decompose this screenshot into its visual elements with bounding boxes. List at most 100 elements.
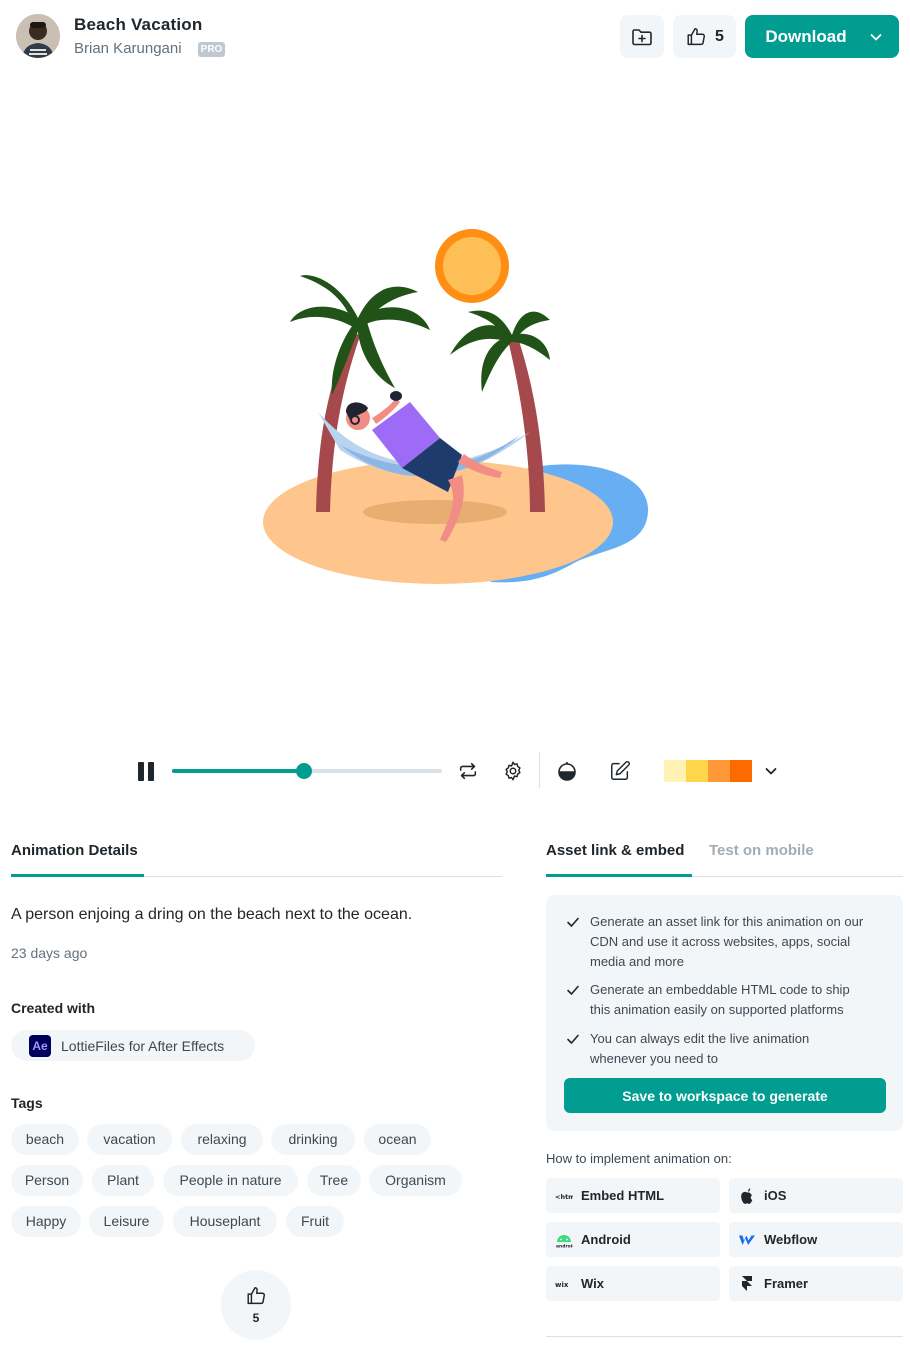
- pause-icon-bar: [148, 761, 154, 781]
- tag-chip[interactable]: relaxing: [181, 1124, 263, 1155]
- header: Beach Vacation Brian Karungani PRO 5 Dow…: [0, 0, 910, 74]
- platform-ios[interactable]: iOS: [729, 1178, 903, 1213]
- check-icon: [567, 917, 579, 927]
- implementation-heading: How to implement animation on:: [546, 1151, 732, 1166]
- like-count: 5: [715, 27, 724, 45]
- svg-text:<html>: <html>: [555, 1193, 573, 1201]
- platform-label: Embed HTML: [581, 1188, 665, 1203]
- check-icon: [567, 1034, 579, 1044]
- download-label: Download: [765, 26, 847, 46]
- created-with-heading: Created with: [11, 1000, 96, 1016]
- platform-embed-html[interactable]: <html> Embed HTML: [546, 1178, 720, 1213]
- loop-button[interactable]: [455, 748, 481, 794]
- android-icon: android: [555, 1231, 573, 1249]
- platform-android[interactable]: android Android: [546, 1222, 720, 1257]
- loop-icon: [459, 762, 477, 780]
- tag-chip[interactable]: beach: [11, 1124, 79, 1155]
- palette-swatch: [708, 760, 730, 782]
- like-count: 5: [252, 1311, 260, 1325]
- palette-swatch: [686, 760, 708, 782]
- bottom-divider: [546, 1336, 903, 1337]
- webflow-icon: [738, 1231, 756, 1249]
- wix-icon: wix: [555, 1275, 573, 1293]
- tag-chip[interactable]: People in nature: [163, 1165, 298, 1196]
- tab-test-on-mobile[interactable]: Test on mobile: [709, 842, 814, 859]
- active-tab-indicator: [546, 874, 692, 877]
- settings-button[interactable]: [500, 748, 526, 794]
- beach-vacation-illustration: [263, 229, 649, 584]
- progress-thumb[interactable]: [296, 763, 313, 779]
- pro-badge: PRO: [198, 42, 225, 57]
- tag-chip[interactable]: vacation: [87, 1124, 172, 1155]
- palette-swatch: [730, 760, 752, 782]
- platform-label: Webflow: [764, 1232, 818, 1247]
- animation-preview: [0, 74, 910, 734]
- author-name[interactable]: Brian Karungani: [74, 40, 182, 57]
- tag-chip[interactable]: Plant: [92, 1165, 154, 1196]
- folder-plus-icon: [632, 28, 652, 45]
- author-avatar[interactable]: [16, 14, 60, 58]
- created-with-chip[interactable]: Ae LottieFiles for After Effects: [11, 1030, 255, 1061]
- platform-label: iOS: [764, 1188, 787, 1203]
- like-circle-button[interactable]: 5: [221, 1270, 291, 1340]
- gear-icon: [505, 761, 521, 781]
- controls-divider: [539, 752, 540, 788]
- html-icon: <html>: [555, 1187, 573, 1205]
- like-button[interactable]: 5: [673, 15, 736, 58]
- tab-asset-link-embed[interactable]: Asset link & embed: [546, 842, 684, 859]
- after-effects-logo: Ae: [29, 1034, 51, 1057]
- svg-text:android: android: [556, 1243, 573, 1248]
- feature-text: You can always edit the live animation w…: [590, 1031, 810, 1066]
- pause-button[interactable]: [134, 748, 158, 794]
- created-with-label: LottieFiles for After Effects: [61, 1037, 225, 1054]
- tab-animation-details[interactable]: Animation Details: [11, 842, 138, 859]
- tag-chip[interactable]: Houseplant: [173, 1206, 277, 1237]
- feature-text: Generate an asset link for this animatio…: [590, 914, 864, 969]
- edit-button[interactable]: [607, 748, 633, 794]
- tag-chip[interactable]: drinking: [271, 1124, 355, 1155]
- platform-label: Wix: [581, 1276, 604, 1291]
- platform-framer[interactable]: Framer: [729, 1266, 903, 1301]
- chevron-down-icon: [765, 768, 777, 775]
- feature-item: You can always edit the live animation w…: [566, 1029, 866, 1069]
- pause-icon-bar: [138, 761, 144, 781]
- platform-wix[interactable]: wix Wix: [546, 1266, 720, 1301]
- background-color-button[interactable]: [554, 748, 580, 794]
- progress-track[interactable]: [172, 763, 442, 779]
- progress-fill: [172, 769, 305, 773]
- save-to-workspace-button[interactable]: Save to workspace to generate: [564, 1078, 886, 1113]
- tags-heading: Tags: [11, 1095, 43, 1111]
- tag-chip[interactable]: ocean: [364, 1124, 431, 1155]
- download-button[interactable]: Download: [745, 15, 899, 58]
- feature-item: Generate an asset link for this animatio…: [566, 912, 866, 972]
- player-controls: [0, 748, 910, 794]
- tag-chip[interactable]: Tree: [307, 1165, 361, 1196]
- thumbs-up-icon: [687, 27, 706, 45]
- feature-item: Generate an embeddable HTML code to ship…: [566, 980, 866, 1020]
- color-palette-swatches[interactable]: [664, 760, 752, 782]
- chevron-down-icon: [870, 33, 882, 40]
- tag-chip[interactable]: Person: [11, 1165, 83, 1196]
- tag-chip[interactable]: Fruit: [286, 1206, 344, 1237]
- palette-dropdown-button[interactable]: [762, 748, 780, 794]
- feature-text: Generate an embeddable HTML code to ship…: [590, 982, 850, 1017]
- platform-webflow[interactable]: Webflow: [729, 1222, 903, 1257]
- tag-chip[interactable]: Leisure: [89, 1206, 164, 1237]
- page-title: Beach Vacation: [74, 15, 203, 34]
- active-tab-indicator: [11, 874, 144, 877]
- edit-icon: [611, 761, 630, 780]
- save-to-folder-button[interactable]: [620, 15, 664, 58]
- platform-label: Android: [581, 1232, 631, 1247]
- apple-icon: [738, 1187, 756, 1205]
- asset-link-panel: Generate an asset link for this animatio…: [546, 895, 903, 1131]
- tag-chip[interactable]: Organism: [369, 1165, 462, 1196]
- platform-label: Framer: [764, 1276, 809, 1291]
- framer-icon: [738, 1275, 756, 1293]
- palette-swatch: [664, 760, 686, 782]
- tag-chip[interactable]: Happy: [11, 1206, 81, 1237]
- thumbs-up-icon: [247, 1287, 265, 1305]
- published-time: 23 days ago: [11, 945, 88, 961]
- color-drop-icon: [558, 762, 576, 781]
- check-icon: [567, 985, 579, 995]
- svg-text:wix: wix: [555, 1281, 569, 1289]
